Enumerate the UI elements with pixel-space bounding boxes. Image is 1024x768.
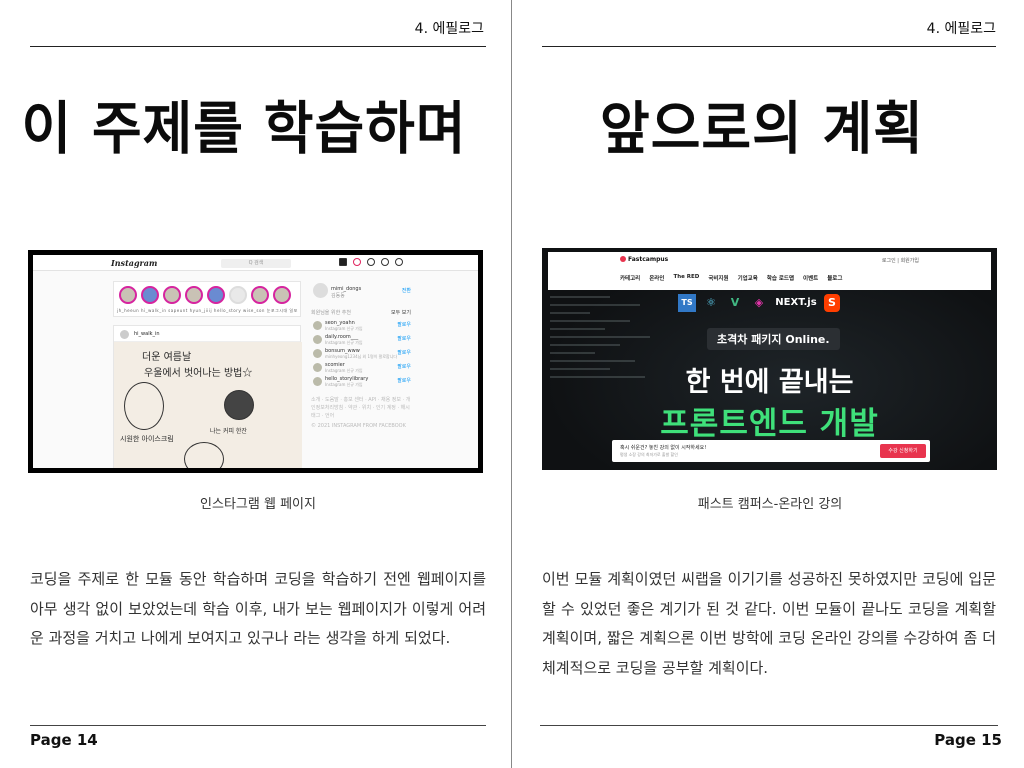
nextjs-icon: NEXT.js xyxy=(775,297,817,308)
react-icon: ⚛ xyxy=(706,296,716,309)
heart-icon xyxy=(381,258,389,266)
fc-menu-item: 학습 로드맵 xyxy=(766,276,795,282)
ig-side-name: 김동동 xyxy=(331,293,345,299)
graphql-icon: ◈ xyxy=(754,296,764,309)
ig-see-all: 모두 보기 xyxy=(391,310,411,316)
fc-package-pill: 초격차 패키지 Online. xyxy=(707,328,840,350)
footer-rule xyxy=(540,725,998,726)
fastcampus-screenshot: Fastcampus 로그인 | 회원가입 카테고리 온라인 The RED 국… xyxy=(542,248,997,470)
page-title: 앞으로의 계획 xyxy=(600,95,924,162)
page-title: 이 주제를 학습하며 xyxy=(21,95,467,162)
sketch-text: 더운 여름날 xyxy=(142,352,192,363)
fc-login-link: 로그인 | 회원가입 xyxy=(881,258,919,264)
ig-suggestion-row: bonsum_www minhyeong1234님 외 1명이 팔로합니다 팔로우 xyxy=(311,348,411,362)
ig-suggestion-row: hello_storylibrary Instagram 신규 가입 팔로우 xyxy=(311,376,411,390)
story-avatar xyxy=(119,286,137,304)
fc-menu-item: The RED xyxy=(673,274,700,280)
fc-menu-item: 이벤트 xyxy=(803,276,819,282)
footer-rule xyxy=(30,725,486,726)
sketch-text: 시원한 아이스크림 xyxy=(120,435,174,443)
story-avatar xyxy=(229,286,247,304)
page-number: Page 14 xyxy=(30,731,98,749)
fc-enroll-button: 수강 신청하기 xyxy=(880,444,926,458)
ig-follow: 팔로우 xyxy=(397,336,411,342)
header-rule xyxy=(30,46,486,47)
header-rule xyxy=(542,46,996,47)
home-icon xyxy=(339,258,347,266)
profile-icon xyxy=(395,258,403,266)
story-avatar xyxy=(251,286,269,304)
fc-menu-item: 온라인 xyxy=(649,276,665,282)
ig-side-user: mimi_dongs 김동동 전환 xyxy=(311,281,411,303)
ig-switch-link: 전환 xyxy=(401,288,411,294)
fc-menu-item: 카테고리 xyxy=(620,276,641,282)
ig-follow: 팔로우 xyxy=(397,364,411,370)
ig-top-bar: Instagram Q 검색 xyxy=(33,255,478,271)
figure-caption: 패스트 캠퍼스-온라인 강의 xyxy=(697,497,843,512)
ig-logo: Instagram xyxy=(111,258,158,268)
fc-cta-subtext: 평생 소장 강의 최저가로 출발 할인 xyxy=(620,452,678,457)
instagram-screenshot: Instagram Q 검색 jh_heeun hi_walk_in sapeu… xyxy=(28,250,483,473)
explore-icon xyxy=(367,258,375,266)
right-page: 4. 에필로그 앞으로의 계획 Fastcampus 로그인 | 회원가입 카테… xyxy=(512,0,1024,768)
fc-cta-bar: 혹시 쉬운건? 놓친 강의 없이 시작하세요! 평생 소장 강의 최저가로 출발… xyxy=(612,440,930,462)
fc-menu: 카테고리 온라인 The RED 국비지원 기업교육 학습 로드맵 이벤트 블로… xyxy=(620,274,842,282)
ig-side-footer: 소개 · 도움말 · 홍보 센터 · API · 채용 정보 · 개인정보처리방… xyxy=(311,397,411,419)
fc-menu-item: 기업교육 xyxy=(737,276,758,282)
sketch-text: 나는 커피 한잔 xyxy=(210,428,247,435)
page-number: Page 15 xyxy=(934,731,1002,749)
ig-follow: 팔로우 xyxy=(397,378,411,384)
body-paragraph: 이번 모듈 계획이였던 씨랩을 이기기를 성공하진 못하였지만 코딩에 입문할 … xyxy=(542,570,996,677)
direct-icon xyxy=(353,258,361,266)
sketch-text: 우울에서 벗어나는 방법☆ xyxy=(144,368,253,379)
ig-nav-icons xyxy=(339,258,403,266)
ig-copyright: © 2021 INSTAGRAM FROM FACEBOOK xyxy=(311,423,406,429)
fc-tech-logos: TS ⚛ V ◈ NEXT.js S xyxy=(678,294,840,312)
ig-post: hi_walk_in 더운 여름날 우울에서 벗어나는 방법☆ 시원한 아이스크… xyxy=(113,325,302,468)
fc-menu-item: 국비지원 xyxy=(708,276,729,282)
left-page: 4. 에필로그 이 주제를 학습하며 Instagram Q 검색 jh_hee xyxy=(0,0,512,768)
svelte-icon: S xyxy=(824,294,840,312)
sketch-cup xyxy=(224,390,254,420)
sketch-figure xyxy=(184,442,224,468)
sketch-figure xyxy=(124,382,164,430)
chapter-label: 4. 에필로그 xyxy=(414,21,484,37)
ig-suggestions-title: 회원님을 위한 추천 모두 보기 xyxy=(311,309,411,316)
ig-sidebar: mimi_dongs 김동동 전환 회원님을 위한 추천 모두 보기 seon_… xyxy=(311,281,411,441)
ig-post-user: hi_walk_in xyxy=(114,326,300,342)
chapter-label: 4. 에필로그 xyxy=(926,21,996,37)
ig-follow: 팔로우 xyxy=(397,322,411,328)
fc-headline-accent: 프론트엔드 개발 xyxy=(660,406,879,442)
fc-headline: 한 번에 끝내는 xyxy=(685,367,854,398)
story-avatar xyxy=(207,286,225,304)
fc-cta-text: 혹시 쉬운건? 놓친 강의 없이 시작하세요! xyxy=(620,445,707,451)
figure-caption: 인스타그램 웹 페이지 xyxy=(200,497,316,512)
ig-suggestion-row: seon_yoahn Instagram 신규 가입 팔로우 xyxy=(311,320,411,334)
story-avatar xyxy=(185,286,203,304)
typescript-icon: TS xyxy=(678,294,696,312)
fc-logo: Fastcampus xyxy=(620,256,668,263)
ig-post-image: 더운 여름날 우울에서 벗어나는 방법☆ 시원한 아이스크림 나는 커피 한잔 xyxy=(114,342,302,468)
body-paragraph: 코딩을 주제로 한 모듈 동안 학습하며 코딩을 학습하기 전엔 웹페이지를 아… xyxy=(30,570,486,647)
story-avatar xyxy=(163,286,181,304)
ig-suggestion-row: daily.room___ Instagram 신규 가입 팔로우 xyxy=(311,334,411,348)
story-avatar xyxy=(273,286,291,304)
ig-suggestions-label: 회원님을 위한 추천 xyxy=(311,310,351,316)
ig-search-input: Q 검색 xyxy=(221,259,291,268)
story-labels: jh_heeun hi_walk_in sapeunt hyun_jiiij h… xyxy=(117,308,298,313)
fc-header: Fastcampus 로그인 | 회원가입 카테고리 온라인 The RED 국… xyxy=(548,252,991,290)
story-avatar xyxy=(141,286,159,304)
fc-menu-item: 블로그 xyxy=(827,276,843,282)
ig-suggestion-row: scomier Instagram 신규 가입 팔로우 xyxy=(311,362,411,376)
ig-follow: 팔로우 xyxy=(397,350,411,356)
vue-icon: V xyxy=(730,296,740,309)
